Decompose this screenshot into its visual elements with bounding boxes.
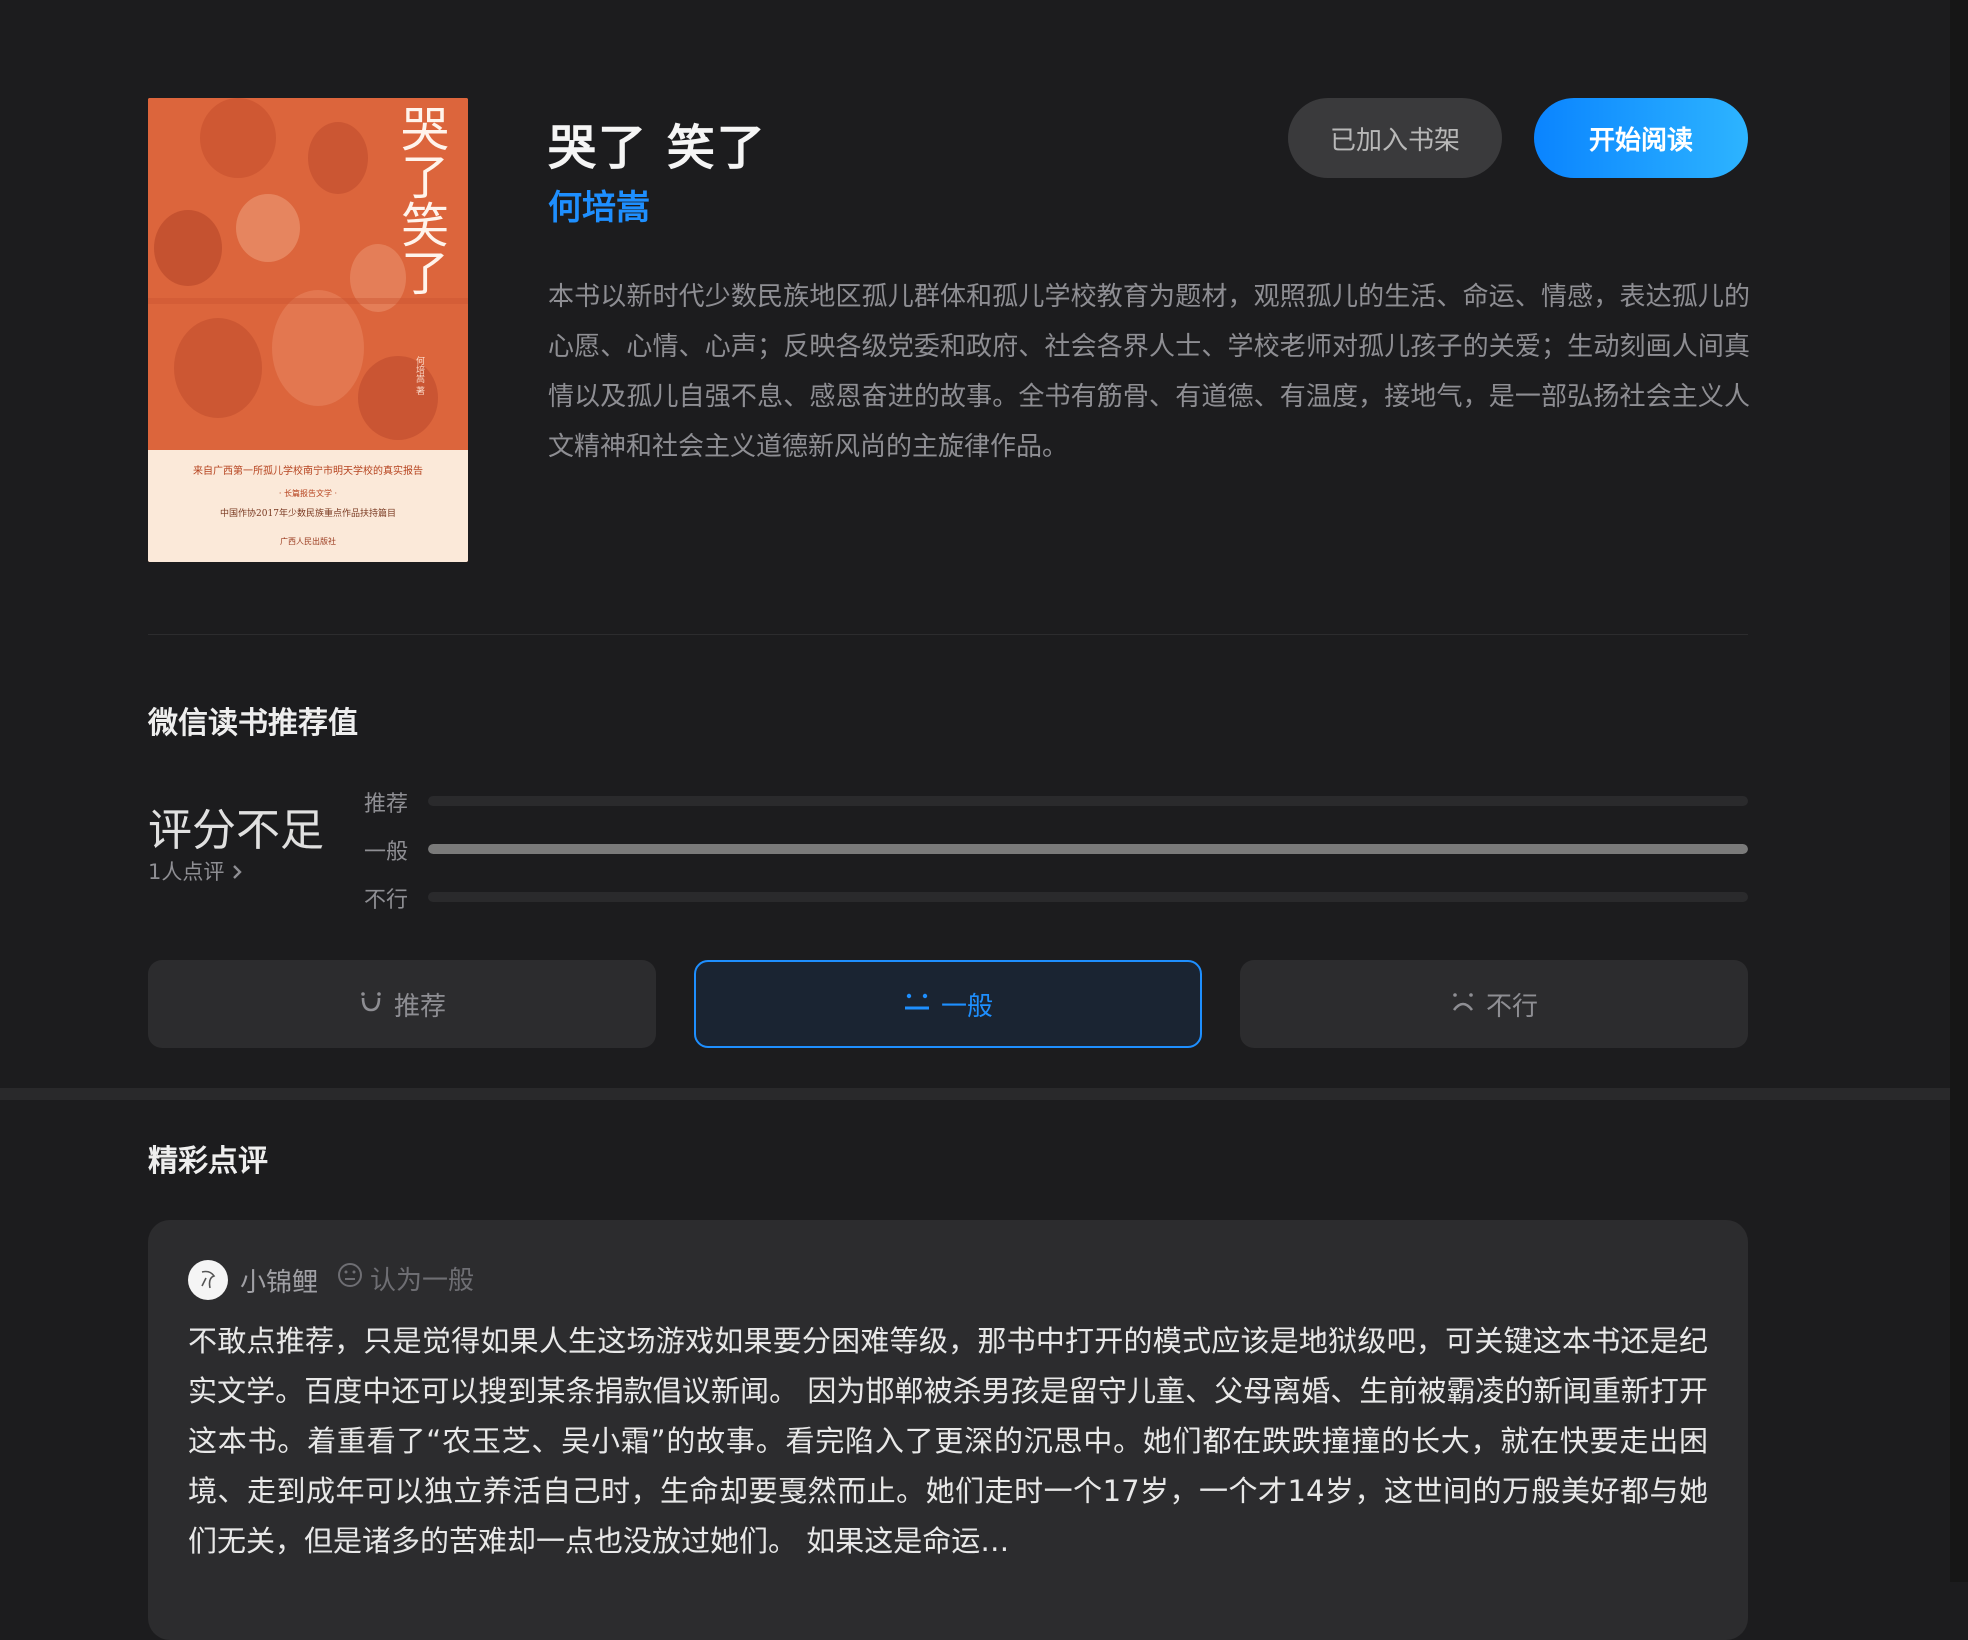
- review-opinion-label: 认为一般: [370, 1266, 475, 1296]
- vote-average-label: 一般: [940, 991, 993, 1022]
- vote-recommend-label: 推荐: [393, 991, 446, 1022]
- review-text: 不敢点推荐，只是觉得如果人生这场游戏如果要分困难等级，那书中打开的模式应该是地狱…: [188, 1324, 1708, 1558]
- score-text: 评分不足: [148, 805, 324, 856]
- book-title: 哭了 笑了: [548, 120, 767, 176]
- neutral-face-icon: [903, 988, 931, 1021]
- review-opinion: 认为一般: [336, 1260, 474, 1297]
- cover-genre: · 长篇报告文学 ·: [278, 489, 338, 498]
- review-card[interactable]: 小锦鲤 认为一般 不敢点推荐，只是觉得如果人生这场游戏如果要分困难等级，那书中打…: [148, 1220, 1748, 1640]
- reviews-section-title: 精彩点评: [148, 1144, 268, 1179]
- vote-bad-button[interactable]: 不行: [1240, 960, 1748, 1048]
- divider: [148, 634, 1748, 635]
- review-count-link[interactable]: 1人点评: [148, 856, 243, 886]
- cover-subtitle: 来自广西第一所孤儿学校南宁市明天学校的真实报告: [193, 466, 423, 477]
- scrollbar[interactable]: [1950, 0, 1968, 1582]
- bar-bad: [428, 892, 1748, 902]
- bar-recommend: [428, 796, 1748, 806]
- book-intro: 本书以新时代少数民族地区孤儿群体和孤儿学校教育为题材，观照孤儿的生活、命运、情感…: [548, 282, 1750, 462]
- vote-bad-label: 不行: [1485, 991, 1538, 1022]
- bar-fill-average: [428, 844, 1748, 854]
- cover-footer: 来自广西第一所孤儿学校南宁市明天学校的真实报告 · 长篇报告文学 · 中国作协2…: [148, 450, 468, 562]
- book-cover[interactable]: 哭了笑了 何培嵩 著 来自广西第一所孤儿学校南宁市明天学校的真实报告 · 长篇报…: [148, 98, 468, 562]
- avatar[interactable]: [188, 1260, 228, 1300]
- cover-award: 中国作协2017年少数民族重点作品扶持篇目: [220, 509, 396, 519]
- cover-author: 何培嵩 著: [414, 356, 424, 395]
- vote-recommend-button[interactable]: 推荐: [148, 960, 656, 1048]
- rating-section-title: 微信读书推荐值: [148, 706, 358, 741]
- bar-label-bad: 不行: [364, 888, 409, 913]
- frown-icon: [1450, 988, 1476, 1021]
- section-separator: [0, 1088, 1950, 1100]
- book-author[interactable]: 何培嵩: [548, 180, 650, 229]
- cover-publisher: 广西人民出版社: [280, 537, 336, 546]
- added-to-shelf-button[interactable]: 已加入书架: [1288, 98, 1502, 178]
- chevron-right-icon: [231, 860, 243, 884]
- start-reading-button[interactable]: 开始阅读: [1534, 98, 1748, 178]
- neutral-face-icon: [336, 1261, 364, 1296]
- cover-title: 哭了笑了: [392, 104, 448, 296]
- bar-label-recommend: 推荐: [364, 792, 409, 817]
- bar-average: [428, 844, 1748, 854]
- reviewer-name[interactable]: 小锦鲤: [240, 1262, 318, 1299]
- vote-average-button[interactable]: 一般: [694, 960, 1202, 1048]
- bar-label-average: 一般: [364, 840, 409, 865]
- smile-icon: [358, 988, 384, 1021]
- review-count-label: 1人点评: [148, 860, 225, 884]
